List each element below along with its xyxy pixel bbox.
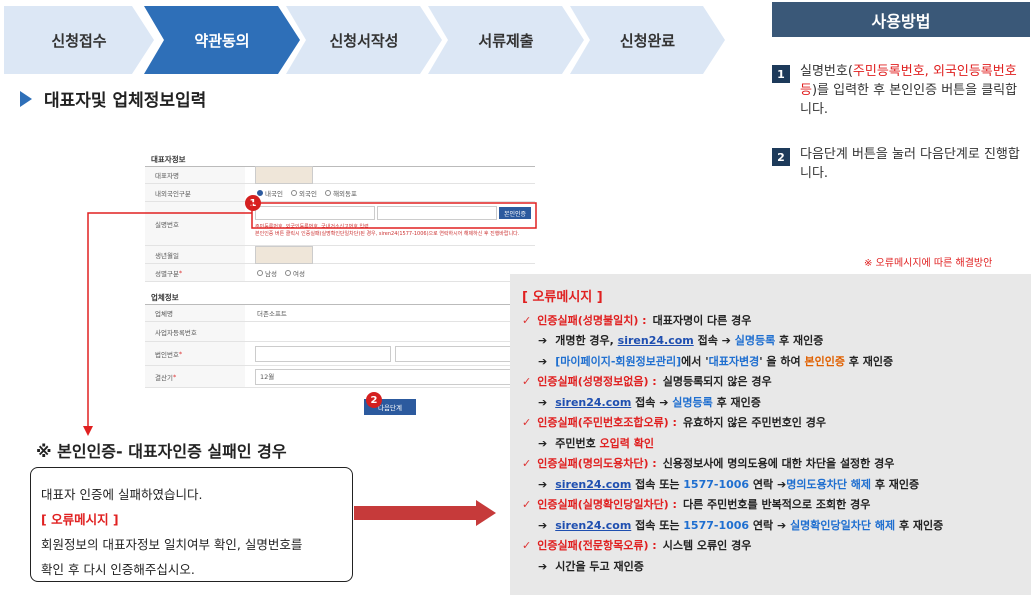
highlight-box xyxy=(251,202,537,229)
error-row-5: ✓ 인증실패(실명확인당일차단) : 다른 주민번호를 반복적으로 조회한 경우 xyxy=(522,495,1019,516)
error-row-1a: ➔ 개명한 경우, siren24.com 접속 ➔ 실명등록 후 재인증 xyxy=(522,331,1019,352)
check-icon: ✓ xyxy=(522,416,532,429)
siren24-link[interactable]: siren24.com xyxy=(555,396,631,409)
error-row-6a: ➔ 시간을 두고 재인증 xyxy=(522,557,1019,578)
error-row-3a: ➔ 주민번호 오입력 확인 xyxy=(522,434,1019,455)
check-icon: ✓ xyxy=(522,313,532,327)
arrow-icon: ➔ xyxy=(538,395,548,409)
error-row-1: ✓ 인증실패(성명불일치) : 대표자명이 다른 경우 xyxy=(522,311,1019,332)
fail-case-title: ※ 본인인증- 대표자인증 실패인 경우 xyxy=(36,442,287,461)
arrow-icon: ➔ xyxy=(538,518,548,532)
error-message-panel: [ 오류메시지 ] ✓ 인증실패(성명불일치) : 대표자명이 다른 경우 ➔ 개명한… xyxy=(510,274,1031,595)
error-row-3: ✓ 인증실패(주민번호조합오류) : 유효하지 않은 주민번호인 경우 xyxy=(522,413,1019,434)
error-row-5a: ➔ siren24.com 접속 또는 1577-1006 연락 ➔ 실명확인당일… xyxy=(522,516,1019,537)
check-icon: ✓ xyxy=(522,375,532,388)
check-icon: ✓ xyxy=(522,539,532,552)
error-row-6: ✓ 인증실패(전문항목오류) : 시스템 오류인 경우 xyxy=(522,536,1019,557)
help-item-2: 2 다음단계 버튼을 눌러 다음단계로 진행합니다. xyxy=(772,145,1030,183)
arrow-icon: ➔ xyxy=(538,559,548,573)
help-num-2: 2 xyxy=(772,148,790,166)
help-num-1: 1 xyxy=(772,65,790,83)
help-item-1: 1 실명번호(주민등록번호, 외국인등록번호 등)를 입력한 후 본인인증 버튼… xyxy=(772,62,1030,119)
arrow-head-right xyxy=(476,500,496,526)
arrow-icon: ➔ xyxy=(538,354,548,368)
error-row-4a: ➔ siren24.com 접속 또는 1577-1006 연락 ➔명의도용차단 … xyxy=(522,475,1019,496)
arrow-head-down xyxy=(83,426,93,436)
siren24-link[interactable]: siren24.com xyxy=(618,334,694,347)
fail-message-box: 대표자 인증에 실패하였습니다. [ 오류메시지 ] 회원정보의 대표자정보 일… xyxy=(30,467,353,582)
error-row-2a: ➔ siren24.com 접속 ➔ 실명등록 후 재인증 xyxy=(522,393,1019,414)
arrow-icon: ➔ xyxy=(538,334,548,347)
check-icon: ✓ xyxy=(522,457,532,470)
arrow-icon: ➔ xyxy=(538,477,548,491)
error-row-2: ✓ 인증실패(성명정보없음) : 실명등록되지 않은 경우 xyxy=(522,372,1019,393)
arrow-icon: ➔ xyxy=(538,436,548,450)
error-solution-note: ※ 오류메시지에 따른 해결방안 xyxy=(864,258,993,269)
error-row-1b: ➔ [마이페이지-회원정보관리]에서 '대표자변경' 을 하여 본인인증 후 재인… xyxy=(522,352,1019,373)
arrow-line-down xyxy=(87,212,252,428)
siren24-link[interactable]: siren24.com xyxy=(555,478,631,491)
siren24-link[interactable]: siren24.com xyxy=(555,519,631,532)
check-icon: ✓ xyxy=(522,498,532,511)
error-row-4: ✓ 인증실패(명의도용차단) : 신용정보사에 명의도용에 대한 차단을 설정한 경… xyxy=(522,454,1019,475)
help-title: 사용방법 xyxy=(772,2,1030,37)
arrow-shaft-right xyxy=(354,506,478,520)
